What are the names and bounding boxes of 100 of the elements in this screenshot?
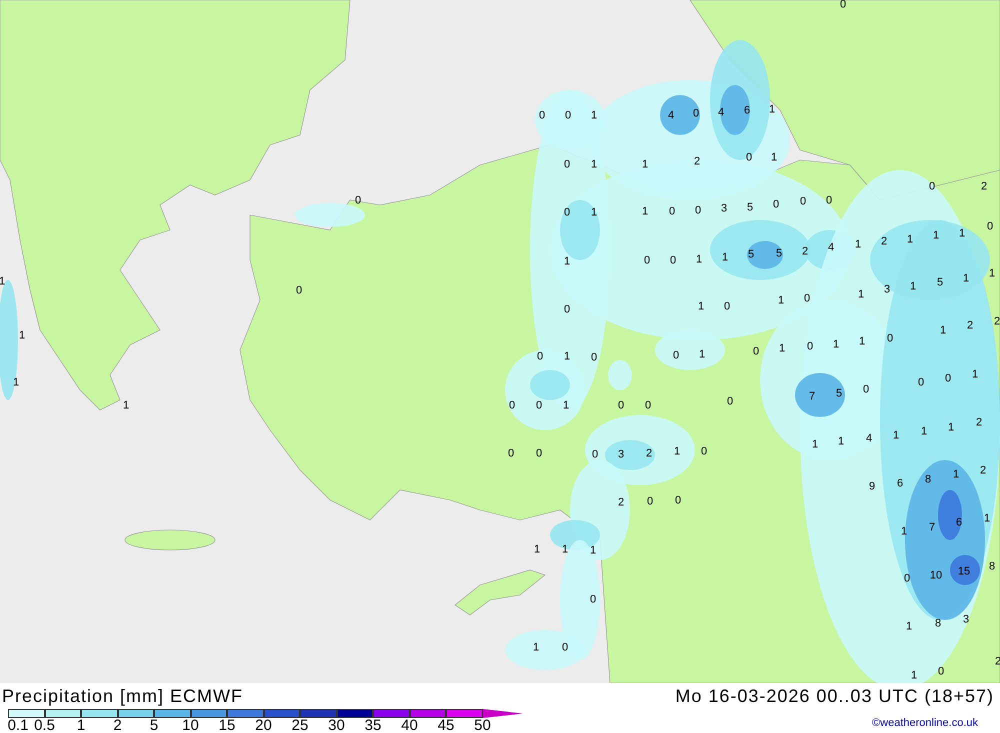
precipitation-value: 0 [590, 352, 598, 364]
precipitation-value: 1 [858, 290, 864, 300]
precipitation-value: 5 [746, 202, 754, 214]
legend-tick-label: 10 [182, 718, 199, 733]
precipitation-value: 1 [906, 622, 912, 632]
precipitation-value: 1 [534, 544, 540, 556]
valid-time: Mo 16-03-2026 00..03 UTC (18+57) [675, 684, 995, 708]
legend-tick-label: 15 [218, 718, 236, 733]
legend-tick-label: 0.1 [8, 718, 28, 733]
precipitation-value: 3 [884, 284, 890, 296]
precipitation-value: 3 [962, 614, 970, 626]
precipitation-value: 1 [920, 426, 928, 438]
precipitation-value: 1 [838, 436, 844, 448]
legend-tick-label: 30 [328, 718, 345, 733]
precipitation-value: 0 [564, 304, 570, 316]
precipitation-value: 1 [590, 208, 598, 218]
precipitation-value: 1 [642, 206, 648, 218]
precipitation-value: 1 [832, 340, 840, 350]
precipitation-value: 0 [618, 400, 624, 412]
precipitation-value: 4 [828, 242, 834, 254]
precipitation-value: 1 [642, 160, 648, 170]
precipitation-value: 0 [700, 446, 708, 458]
precipitation-value: 1 [952, 470, 960, 480]
precipitation-value: 4 [668, 110, 674, 122]
precipitation-value: 0 [670, 256, 676, 266]
precipitation-value: 4 [718, 108, 724, 118]
precipitation-value: 1 [910, 670, 918, 682]
precipitation-value: 0 [508, 448, 514, 460]
precipitation-value: 1 [854, 240, 862, 250]
precipitation-value: 0 [862, 384, 870, 396]
precipitation-value: 0 [562, 642, 568, 654]
precipitation-value: 7 [928, 522, 936, 534]
precipitation-value: 3 [618, 450, 624, 460]
legend-tick-label: 50 [474, 718, 491, 733]
precipitation-value: 1 [590, 546, 596, 556]
precipitation-value: 6 [896, 478, 904, 490]
precipitation-value: 1 [696, 254, 702, 266]
credit-link[interactable]: ©weatheronline.co.uk [872, 714, 998, 733]
precipitation-value: 2 [980, 182, 988, 192]
precipitation-value: 1 [906, 234, 914, 246]
precipitation-value: 2 [618, 498, 624, 508]
legend-tick-label: 2 [113, 718, 122, 733]
chart-title: Precipitation [mm] ECMWF [2, 684, 244, 708]
precipitation-value: 0 [800, 196, 806, 208]
precipitation-value: 0 [674, 496, 682, 506]
precipitation-value: 0 [508, 400, 516, 412]
precipitation-value: 5 [936, 278, 944, 288]
precipitation-value: 0 [644, 400, 652, 412]
precipitation-value: 0 [944, 374, 952, 384]
precipitation-value: 2 [646, 448, 652, 460]
precipitation-value: 1 [988, 268, 996, 280]
precipitation-value: 1 [698, 350, 706, 360]
legend-tick-label: 1 [76, 718, 86, 733]
precipitation-value: 1 [984, 514, 990, 524]
legend-tick-label: 25 [292, 718, 308, 733]
precipitation-value: 1 [972, 370, 978, 380]
precipitation-value: 0 [694, 206, 702, 216]
precipitation-value: 0 [806, 342, 814, 352]
precipitation-value: 1 [122, 400, 130, 412]
precipitation-value: 1 [722, 252, 728, 264]
legend-tick-label: 20 [255, 718, 272, 733]
precipitation-value: 1 [0, 276, 6, 288]
precipitation-value: 1 [562, 400, 570, 412]
precipitation-value: 1 [770, 152, 778, 164]
precipitation-value: 2 [966, 320, 974, 332]
precipitation-value: 1 [948, 422, 954, 434]
precipitation-value: 1 [564, 256, 570, 268]
precipitation-value: 1 [958, 228, 966, 240]
precipitation-value: 2 [994, 316, 1000, 328]
precipitation-value: 0 [826, 196, 832, 206]
precipitation-value: 0 [986, 222, 994, 232]
precipitation-value: 0 [752, 346, 760, 358]
precipitation-value: 1 [892, 430, 900, 442]
precipitation-value: 0 [564, 208, 570, 218]
precipitation-value: 0 [804, 294, 810, 304]
precipitation-value: 1 [932, 230, 940, 242]
precipitation-value: 1 [532, 642, 540, 654]
legend-tick-label: 35 [364, 718, 382, 733]
precipitation-value: 0 [746, 152, 752, 164]
precipitation-value: 8 [988, 562, 996, 572]
precipitation-value: 0 [692, 108, 700, 120]
precipitation-value: 2 [980, 466, 986, 476]
legend-tick-label: 0.5 [34, 718, 55, 733]
precipitation-value: 0 [536, 448, 542, 460]
precipitation-value: 4 [866, 434, 872, 444]
precipitation-value: 6 [744, 106, 750, 116]
precipitation-value: 9 [868, 482, 876, 492]
precipitation-value: 1 [900, 526, 908, 538]
precipitation-value: 2 [976, 418, 982, 428]
precipitation-value: 1 [564, 352, 570, 362]
legend-tick-label: 45 [438, 718, 454, 733]
precipitation-value: 0 [672, 350, 680, 362]
precipitation-value: 0 [644, 256, 650, 266]
precipitation-value: 0 [928, 182, 936, 192]
precipitation-value: 0 [536, 352, 544, 362]
precipitation-value: 0 [724, 302, 730, 312]
precipitation-value: 1 [698, 302, 704, 312]
precipitation-value: 0 [726, 396, 734, 408]
legend-arrow-icon [482, 709, 522, 718]
precipitation-value: 1 [562, 544, 568, 556]
